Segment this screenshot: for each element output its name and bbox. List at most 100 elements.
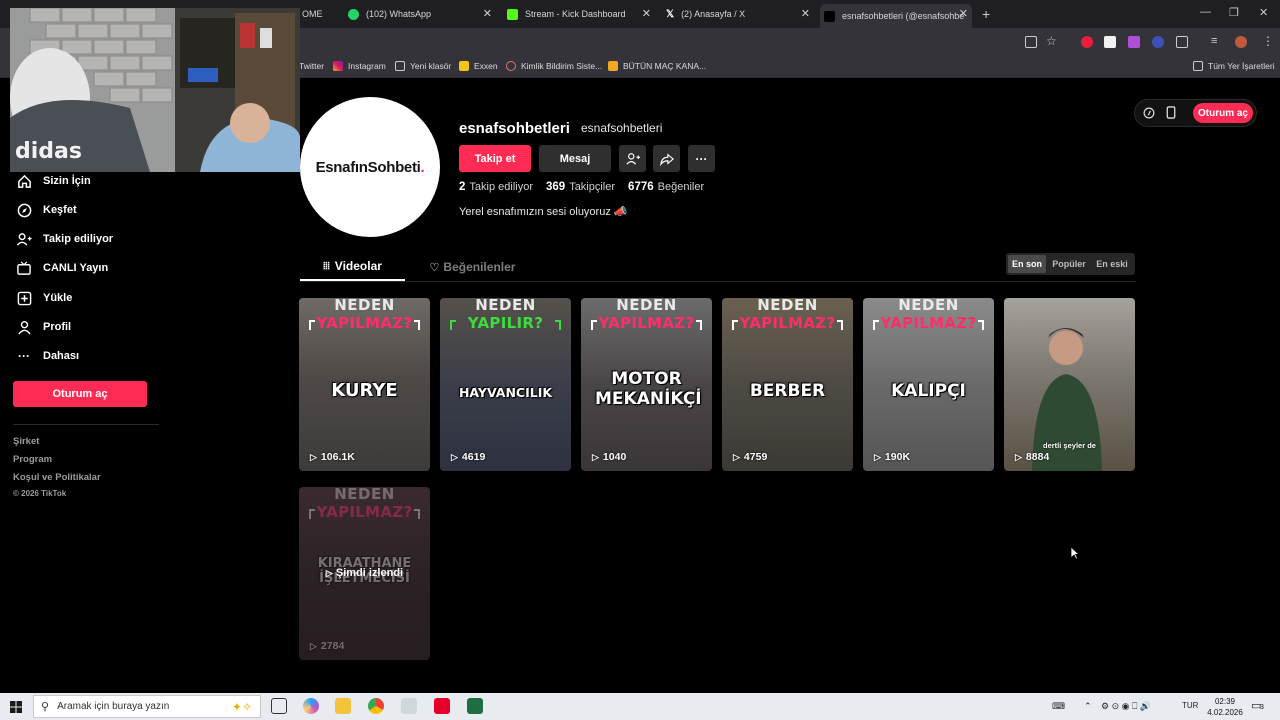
install-app-icon[interactable] [1025, 36, 1037, 48]
close-icon[interactable]: ✕ [959, 7, 968, 20]
app-red-icon[interactable] [434, 698, 450, 714]
task-view-icon[interactable] [271, 698, 287, 714]
tiktok-icon [824, 10, 835, 22]
file-explorer-icon[interactable] [335, 698, 351, 714]
media-control-icon[interactable]: ≡ [1211, 35, 1217, 47]
bookmark-exxen[interactable]: Exxen [459, 61, 498, 71]
mobile-app-icon[interactable] [1166, 106, 1176, 124]
browser-tab-kick[interactable]: Stream - Kick Dashboard ✕ [503, 4, 655, 24]
tab-videos[interactable]: ⦙⦙⦙ Videolar [300, 253, 405, 281]
sidebar-item-explore[interactable]: Keşfet [16, 202, 77, 218]
followers-label[interactable]: Takipçiler [569, 181, 615, 193]
video-card[interactable]: NEDEN YAPILMAZ? KALIPÇI ▷ 190K [863, 298, 994, 471]
restore-button[interactable]: ❐ [1229, 6, 1239, 19]
clock[interactable]: 02:39 4.02.2026 [1205, 696, 1245, 718]
star-icon[interactable]: ☆ [1046, 34, 1057, 48]
view-count: 4619 [461, 451, 486, 463]
sidebar-item-live[interactable]: CANLI Yayın [16, 260, 108, 276]
video-card[interactable]: NEDEN YAPILMAZ? BERBER ▷ 4759 [722, 298, 853, 471]
windows-start-icon[interactable] [10, 700, 22, 718]
app-icon[interactable] [401, 698, 417, 714]
profile-nickname: esnafsohbetleri [581, 121, 663, 135]
video-cap-mid: YAPILMAZ? [316, 314, 413, 332]
close-icon[interactable]: ✕ [642, 7, 651, 20]
windows-taskbar: ⚲ Aramak için buraya yazın ✦✧ ⌨ ⌃ ⚙ ⊙ ◉ … [0, 693, 1280, 720]
browser-tab-tiktok[interactable]: esnafsohbetleri (@esnafsohbe ✕ [820, 4, 972, 28]
footer-link-terms[interactable]: Koşul ve Politikalar [13, 472, 101, 483]
new-tab-button[interactable]: + [982, 6, 990, 22]
input-language[interactable]: TUR [1182, 701, 1198, 710]
sort-oldest[interactable]: En eski [1092, 255, 1132, 273]
footer-link-company[interactable]: Şirket [13, 436, 39, 447]
sidebar-item-label: Takip ediliyor [43, 233, 114, 245]
bookmark-twitter[interactable]: Twitter [299, 61, 324, 71]
video-card[interactable]: NEDEN YAPILMAZ? KURYE ▷ 106.1K [299, 298, 430, 471]
tab-liked[interactable]: ♡ Beğenilenler [420, 253, 525, 281]
video-subtitle: dertli şeyler de [1004, 441, 1135, 450]
taskbar-search-box[interactable]: ⚲ Aramak için buraya yazın ✦✧ [33, 695, 261, 718]
instagram-icon [333, 61, 343, 71]
extensions-puzzle-icon[interactable] [1176, 36, 1188, 48]
sidebar-item-more[interactable]: ··· Dahası [16, 348, 79, 364]
extension-icon[interactable] [1152, 36, 1164, 48]
folder-icon [395, 61, 405, 71]
chrome-icon[interactable] [368, 698, 384, 714]
sort-latest[interactable]: En son [1008, 255, 1046, 273]
sort-popular[interactable]: Popüler [1048, 255, 1090, 273]
sidebar-item-following[interactable]: Takip ediliyor [16, 231, 113, 247]
follow-button[interactable]: Takip et [459, 145, 531, 172]
exxen-icon [459, 61, 469, 71]
menu-kebab-icon[interactable]: ⋮ [1262, 34, 1274, 48]
mouse-cursor-icon [1070, 546, 1080, 560]
suggested-accounts-button[interactable] [619, 145, 646, 172]
following-count: 2 [459, 181, 466, 193]
profile-bio: Yerel esnafımızın sesi oluyoruz 📣 [459, 206, 628, 218]
extension-icon[interactable] [1104, 36, 1116, 48]
following-label[interactable]: Takip ediliyor [469, 181, 533, 193]
video-card[interactable]: NEDEN YAPILIR? HAYVANCILIK ▷ 4619 [440, 298, 571, 471]
chevron-up-icon[interactable]: ⌃ [1084, 701, 1092, 712]
bookmark-mac-kanal[interactable]: BÜTÜN MAÇ KANA... [608, 61, 706, 71]
sidebar-item-profile[interactable]: Profil [16, 319, 71, 335]
app-green-icon[interactable] [467, 698, 483, 714]
browser-tab-whatsapp[interactable]: (102) WhatsApp ✕ [344, 4, 496, 24]
close-icon[interactable]: ✕ [801, 7, 810, 20]
share-button[interactable] [653, 145, 680, 172]
close-icon[interactable]: ✕ [483, 7, 492, 20]
sidebar-divider [13, 424, 159, 425]
copilot-icon[interactable] [303, 698, 319, 714]
footer-link-program[interactable]: Program [13, 454, 52, 465]
extension-icon[interactable] [1081, 36, 1093, 48]
tray-icons[interactable]: ⚙ ⊙ ◉ ⎕ 🔊 [1101, 701, 1151, 712]
sidebar-login-button[interactable]: Oturum aç [13, 381, 147, 407]
kick-icon [507, 8, 518, 20]
more-options-button[interactable]: ··· [688, 145, 715, 172]
video-title: MOTOR MEKANİKÇİ [595, 369, 702, 409]
subtitle-text: dertli şeyler de [1043, 441, 1096, 450]
keyboard-icon[interactable]: ⌨ [1052, 701, 1065, 712]
video-views: ▷ 4619 [451, 451, 485, 463]
minimize-button[interactable]: — [1200, 6, 1211, 18]
video-card[interactable]: NEDEN YAPILMAZ? MOTOR MEKANİKÇİ ▷ 1040 [581, 298, 712, 471]
video-card[interactable]: dertli şeyler de ▷ 8884 [1004, 298, 1135, 471]
sidebar-item-for-you[interactable]: Sizin İçin [16, 173, 91, 189]
coin-icon[interactable] [1143, 106, 1155, 124]
whatsapp-icon [348, 8, 359, 20]
bookmark-kimlik[interactable]: Kimlik Bildirim Siste... [506, 61, 602, 71]
header-login-button[interactable]: Oturum aç [1193, 103, 1253, 123]
browser-tab-x[interactable]: 𝕏 (2) Anasayfa / X ✕ [662, 4, 814, 24]
video-card[interactable]: NEDEN YAPILMAZ? KIRAATHANE İŞLETMECİSİ ▷… [299, 487, 430, 660]
sidebar-item-upload[interactable]: Yükle [16, 290, 72, 306]
webcam-overlay: didas [10, 8, 300, 172]
bookmark-folder[interactable]: Yeni klasör [395, 61, 451, 71]
message-button[interactable]: Mesaj [539, 145, 611, 172]
profile-avatar-icon[interactable] [1235, 36, 1247, 48]
tab-label: (2) Anasayfa / X [681, 9, 746, 19]
close-window-button[interactable]: ✕ [1259, 6, 1268, 19]
bookmark-all[interactable]: Tüm Yer İşaretleri [1193, 61, 1275, 71]
browser-tab-ome[interactable]: OME [298, 4, 338, 24]
add-user-icon [625, 152, 640, 165]
extension-icon[interactable] [1128, 36, 1140, 48]
bookmark-instagram[interactable]: Instagram [333, 61, 386, 71]
notification-icon[interactable]: ▭ 3 [1251, 699, 1264, 712]
